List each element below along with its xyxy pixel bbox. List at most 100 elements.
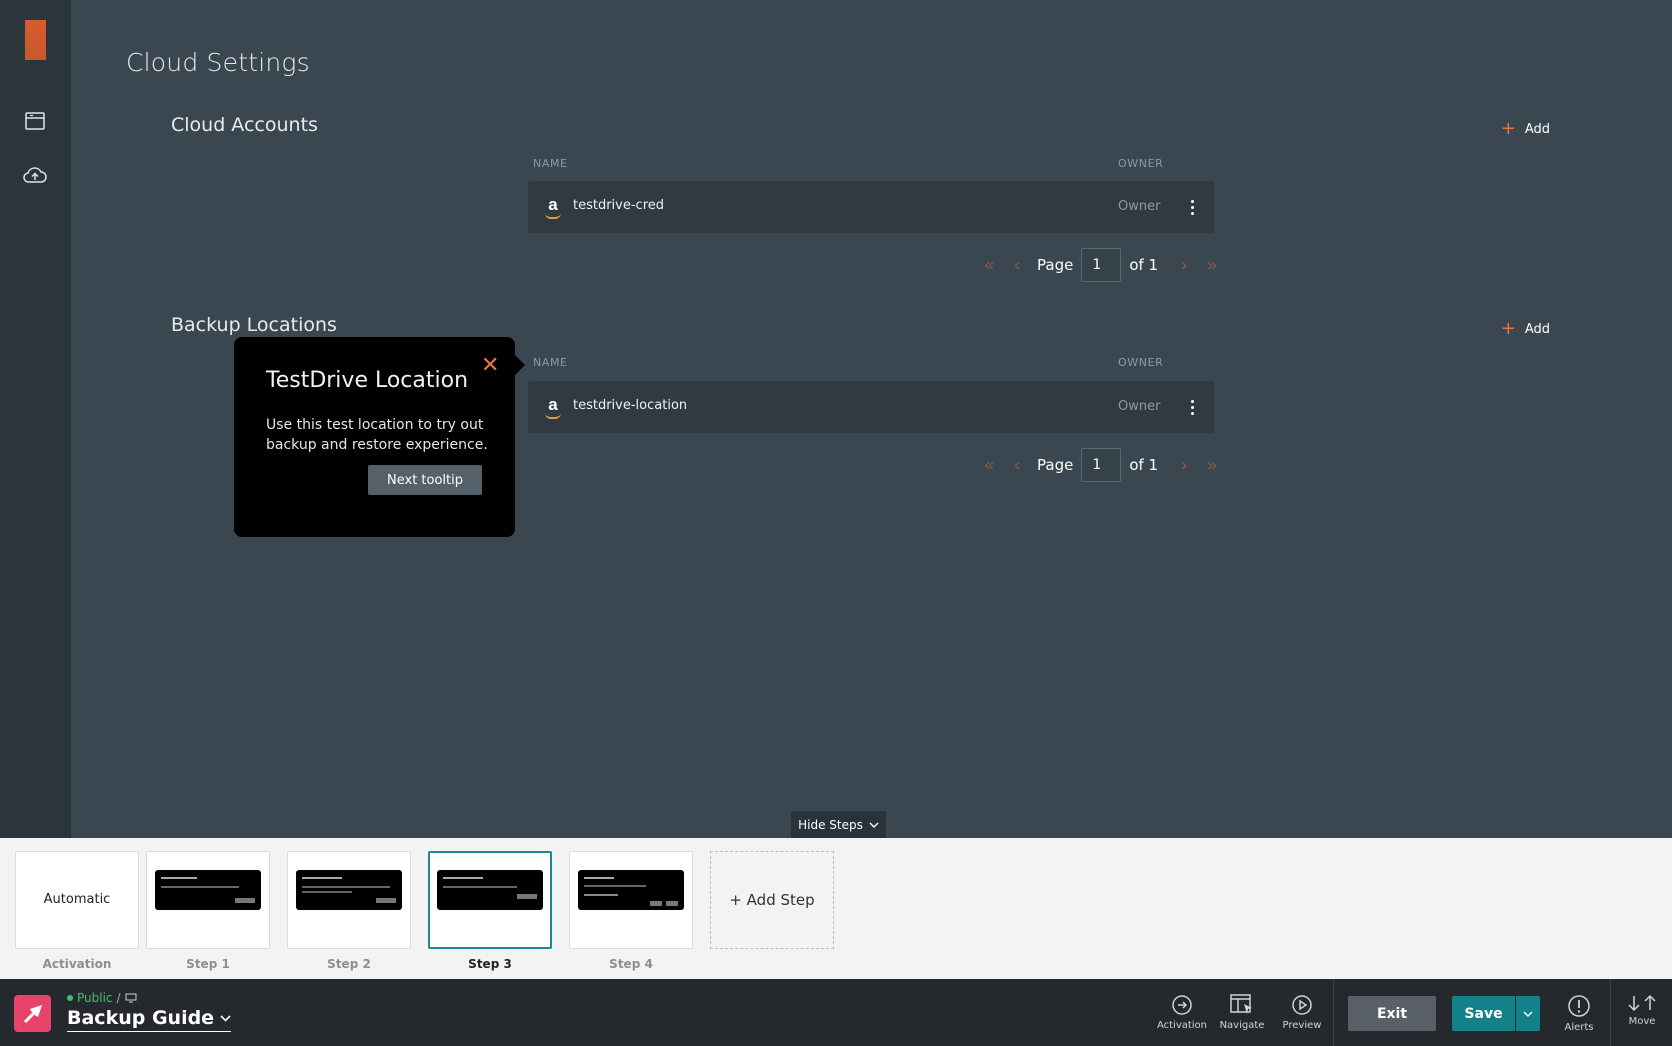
navigate-button[interactable]: Navigate — [1212, 994, 1272, 1031]
dashboard-icon[interactable] — [22, 108, 48, 134]
cloud-accounts-pager: « ‹ Page 1 of 1 › » — [975, 248, 1226, 282]
move-arrows-icon — [1628, 994, 1656, 1012]
page-input[interactable]: 1 — [1081, 248, 1122, 282]
page-label: Page — [1037, 456, 1074, 474]
row-owner: Owner — [1118, 199, 1161, 214]
add-backup-location-button[interactable]: + Add — [1501, 320, 1550, 338]
activation-icon — [1172, 995, 1192, 1015]
next-page-icon[interactable]: › — [1170, 255, 1198, 276]
guide-name: Backup Guide — [67, 1007, 215, 1029]
page-input[interactable]: 1 — [1081, 448, 1122, 482]
tooltip-title: TestDrive Location — [266, 368, 469, 393]
row-name: testdrive-location — [573, 398, 688, 413]
hide-steps-label: Hide Steps — [798, 818, 863, 832]
navigate-label: Navigate — [1219, 1020, 1265, 1031]
last-page-icon[interactable]: » — [1198, 255, 1226, 276]
add-label: Add — [1524, 321, 1550, 337]
next-tooltip-button[interactable]: Next tooltip — [368, 465, 482, 495]
last-page-icon[interactable]: » — [1198, 455, 1226, 476]
guide-tooltip: ✕ TestDrive Location Use this test locat… — [234, 337, 525, 537]
plus-icon: + — [1500, 318, 1516, 339]
visibility-status[interactable]: Public / — [67, 991, 137, 1005]
navigate-icon — [1230, 994, 1252, 1014]
add-cloud-account-button[interactable]: + Add — [1501, 120, 1550, 138]
alert-icon — [1568, 995, 1590, 1017]
tooltip-body: Use this test location to try out backup… — [266, 417, 488, 453]
step-label: Step 4 — [609, 957, 653, 971]
step-card-2[interactable] — [287, 851, 411, 949]
step-thumbnail — [155, 870, 261, 910]
page-total: of 1 — [1129, 256, 1159, 274]
close-icon[interactable]: ✕ — [481, 355, 499, 377]
step-card-activation[interactable]: Automatic — [15, 851, 139, 949]
step-card-1[interactable] — [146, 851, 270, 949]
column-header-name: NAME — [533, 157, 568, 170]
preview-label: Preview — [1282, 1020, 1322, 1031]
step-thumbnail — [296, 870, 402, 910]
editor-toolbar: Public / Backup Guide Activation Navigat… — [0, 979, 1672, 1046]
alerts-label: Alerts — [1564, 1022, 1594, 1033]
guide-name-dropdown[interactable]: Backup Guide — [67, 1007, 232, 1032]
first-page-icon[interactable]: « — [975, 455, 1003, 476]
backup-locations-pager: « ‹ Page 1 of 1 › » — [975, 448, 1226, 482]
activation-button[interactable]: Activation — [1152, 994, 1212, 1031]
step-card-3[interactable] — [428, 851, 552, 949]
amazon-icon: a — [542, 195, 564, 219]
table-row[interactable]: a testdrive-cred Owner — [528, 181, 1214, 233]
page-title: Cloud Settings — [126, 48, 310, 77]
app-logo[interactable] — [25, 20, 46, 60]
step-label: Activation — [42, 957, 112, 971]
chevron-down-icon — [220, 1014, 231, 1022]
amazon-icon: a — [542, 395, 564, 419]
plus-icon: + — [1500, 118, 1516, 139]
step-label: Step 2 — [327, 957, 371, 971]
row-owner: Owner — [1118, 399, 1161, 414]
column-header-name: NAME — [533, 356, 568, 369]
desktop-icon — [125, 993, 137, 1003]
activation-label: Activation — [1156, 1020, 1208, 1031]
exit-button[interactable]: Exit — [1348, 996, 1436, 1031]
step-label: Step 1 — [186, 957, 230, 971]
step-thumbnail — [578, 870, 684, 910]
column-header-owner: OWNER — [1118, 157, 1164, 170]
chevron-down-icon — [869, 822, 879, 828]
step-label: Step 3 — [468, 957, 512, 971]
more-options-icon[interactable] — [1186, 397, 1198, 417]
alerts-button[interactable]: Alerts — [1549, 994, 1609, 1033]
add-step-button[interactable]: + Add Step — [710, 851, 834, 949]
arrow-logo-icon — [23, 1004, 42, 1023]
more-options-icon[interactable] — [1186, 197, 1198, 217]
cloud-upload-icon[interactable] — [22, 162, 48, 188]
page-label: Page — [1037, 256, 1074, 274]
save-options-button[interactable] — [1516, 996, 1540, 1031]
page-total: of 1 — [1129, 456, 1159, 474]
sidebar — [0, 0, 71, 838]
add-label: Add — [1524, 121, 1550, 137]
next-page-icon[interactable]: › — [1170, 455, 1198, 476]
table-row[interactable]: a testdrive-location Owner — [528, 381, 1214, 433]
play-icon — [1292, 995, 1312, 1015]
backup-locations-title: Backup Locations — [171, 314, 337, 336]
move-button[interactable]: Move — [1614, 994, 1670, 1027]
row-name: testdrive-cred — [573, 198, 665, 213]
first-page-icon[interactable]: « — [975, 255, 1003, 276]
hide-steps-button[interactable]: Hide Steps — [791, 811, 886, 839]
prev-page-icon[interactable]: ‹ — [1003, 455, 1031, 476]
move-label: Move — [1628, 1016, 1656, 1027]
visibility-label: Public — [77, 991, 113, 1005]
cloud-accounts-title: Cloud Accounts — [171, 114, 318, 136]
brand-logo[interactable] — [14, 995, 51, 1032]
save-button[interactable]: Save — [1452, 996, 1515, 1031]
activation-card-label: Automatic — [43, 892, 111, 907]
separator: / — [116, 991, 121, 1005]
chevron-down-icon — [1523, 1011, 1533, 1017]
status-dot — [67, 995, 73, 1001]
preview-button[interactable]: Preview — [1272, 994, 1332, 1031]
toolbar-divider — [1333, 979, 1334, 1046]
step-card-4[interactable] — [569, 851, 693, 949]
prev-page-icon[interactable]: ‹ — [1003, 255, 1031, 276]
toolbar-divider — [1610, 979, 1611, 1046]
steps-bar: Automatic Activation Step 1 Step 2 Step … — [0, 838, 1672, 979]
step-thumbnail — [437, 870, 543, 910]
column-header-owner: OWNER — [1118, 356, 1164, 369]
